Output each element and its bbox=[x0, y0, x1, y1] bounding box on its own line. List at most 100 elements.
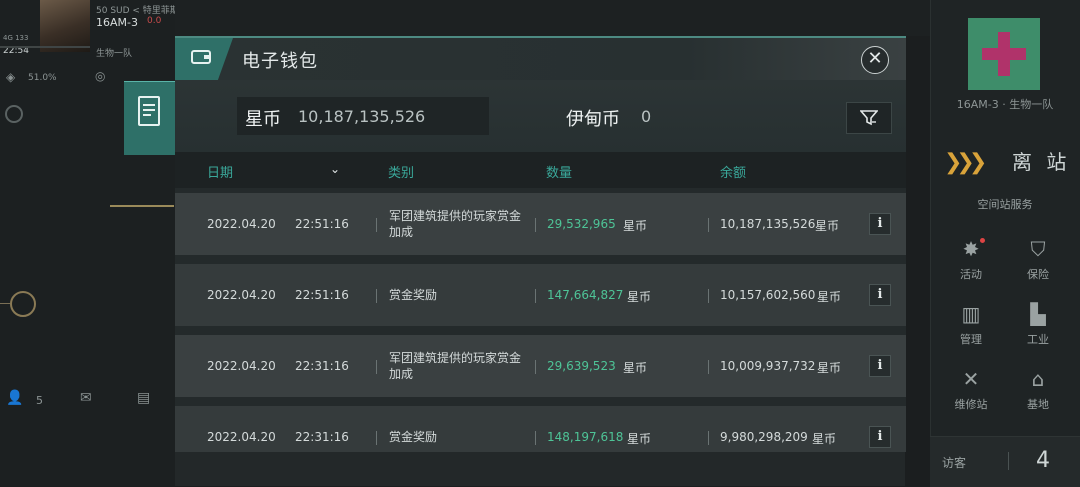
hud-progress-bar bbox=[0, 46, 90, 48]
filter-button[interactable] bbox=[846, 102, 892, 134]
row-time: 22:31:16 bbox=[295, 430, 349, 444]
hud-speed: 51.0% bbox=[28, 73, 57, 83]
row-amount-unit: 星币 bbox=[627, 432, 652, 446]
row-balance: 9,980,298,209 bbox=[720, 430, 808, 444]
row-amount: 147,664,827 bbox=[547, 288, 624, 302]
col-balance: 余额 bbox=[720, 166, 747, 181]
row-date: 2022.04.20 bbox=[207, 288, 276, 302]
close-button[interactable]: ✕ bbox=[861, 46, 889, 74]
row-balance: 10,009,937,732 bbox=[720, 359, 816, 373]
hud-ring-line bbox=[0, 303, 10, 304]
row-category: 军团建筑提供的玩家赏金加成 bbox=[389, 209, 522, 239]
row-balance-unit: 星币 bbox=[817, 361, 842, 375]
col-category: 类别 bbox=[388, 166, 415, 181]
building-icon: ▥ bbox=[961, 302, 981, 326]
info-button[interactable]: i bbox=[869, 355, 891, 377]
wrench-icon: ✕ bbox=[962, 367, 980, 391]
corp-logo[interactable] bbox=[968, 18, 1040, 90]
info-icon: i bbox=[877, 216, 883, 231]
visitors-label: 访客 bbox=[942, 456, 967, 470]
people-icon[interactable]: 👤 bbox=[6, 390, 23, 406]
filter-icon bbox=[860, 110, 878, 126]
info-button[interactable]: i bbox=[869, 213, 891, 235]
row-balance: 10,187,135,526 bbox=[720, 217, 816, 231]
hud-location[interactable]: 16AM-3 bbox=[96, 16, 138, 29]
radar-ring-icon[interactable] bbox=[10, 291, 36, 317]
transactions-tab[interactable] bbox=[124, 81, 175, 155]
top-backdrop bbox=[175, 0, 930, 36]
wallet-icon-box bbox=[175, 38, 233, 80]
row-balance: 10,157,602,560 bbox=[720, 288, 816, 302]
hud-corp-short: 生物一队 bbox=[96, 49, 133, 59]
row-time: 22:31:16 bbox=[295, 359, 349, 373]
service-base[interactable]: ⌂ 基地 bbox=[1008, 366, 1068, 412]
factory-icon: ▙ bbox=[1030, 302, 1046, 326]
row-amount-unit: 星币 bbox=[627, 290, 652, 304]
info-icon: i bbox=[877, 429, 883, 444]
row-amount: 148,197,618 bbox=[547, 430, 624, 444]
info-icon: i bbox=[877, 287, 883, 302]
row-date: 2022.04.20 bbox=[207, 359, 276, 373]
row-category: 军团建筑提供的玩家赏金加成 bbox=[389, 351, 522, 381]
row-amount: 29,639,523 bbox=[547, 359, 616, 373]
hud-status-line: 50 SUD < 特里菲斯 bbox=[96, 6, 179, 16]
star-coin-value: 10,187,135,526 bbox=[298, 107, 426, 126]
balance-bar: 星币 10,187,135,526 伊甸币 0 bbox=[175, 80, 906, 152]
wallet-title: 电子钱包 bbox=[242, 51, 318, 72]
service-insurance[interactable]: ⛉ 保险 bbox=[1008, 236, 1068, 282]
service-repair[interactable]: ✕ 维修站 bbox=[941, 366, 1001, 412]
row-amount: 29,532,965 bbox=[547, 217, 616, 231]
service-activity[interactable]: ✸ 活动 bbox=[941, 236, 1001, 282]
transaction-row[interactable]: 2022.04.20 22:31:16 军团建筑提供的玩家赏金加成 29,639… bbox=[175, 335, 906, 397]
notification-dot bbox=[980, 238, 985, 243]
chevrons-icon: ❯❯❯ bbox=[944, 150, 987, 175]
row-amount-unit: 星币 bbox=[623, 219, 648, 233]
transaction-row[interactable]: 2022.04.20 22:51:16 赏金奖励 147,664,827 星币 … bbox=[175, 264, 906, 326]
mail-icon[interactable]: ✉ bbox=[80, 390, 92, 406]
transaction-row[interactable]: 2022.04.20 22:31:16 赏金奖励 148,197,618 星币 … bbox=[175, 406, 906, 452]
document-icon bbox=[138, 96, 160, 126]
shield-icon: ⛉ bbox=[1030, 237, 1046, 261]
service-management[interactable]: ▥ 管理 bbox=[941, 301, 1001, 347]
location-pin-icon[interactable] bbox=[5, 105, 23, 123]
hud-divider bbox=[110, 205, 174, 207]
bottom-toolbar: 👤 5 ✉ ▤ bbox=[0, 384, 175, 414]
col-date[interactable]: 日期 bbox=[207, 162, 233, 181]
row-balance-unit: 星币 bbox=[815, 219, 840, 233]
yidian-coin-value: 0 bbox=[641, 107, 652, 126]
undock-label: 离 站 bbox=[1012, 150, 1071, 174]
row-balance-unit: 星币 bbox=[812, 432, 837, 446]
layers-icon[interactable]: ◈ bbox=[6, 70, 15, 84]
chat-icon[interactable]: ▤ bbox=[137, 390, 150, 406]
target-icon[interactable]: ◎ bbox=[95, 69, 105, 83]
hud-security: 0.0 bbox=[147, 16, 162, 26]
yidian-coin-label: 伊甸币 bbox=[566, 109, 620, 130]
player-avatar[interactable] bbox=[40, 0, 90, 52]
service-industry[interactable]: ▙ 工业 bbox=[1008, 301, 1068, 347]
chevron-down-icon[interactable]: ⌄ bbox=[330, 162, 340, 176]
corp-name: 16AM-3 · 生物一队 bbox=[956, 98, 1054, 111]
wallet-icon bbox=[191, 50, 211, 64]
col-amount: 数量 bbox=[546, 166, 573, 181]
row-time: 22:51:16 bbox=[295, 217, 349, 231]
column-header: 日期 ⌄ 类别 数量 余额 bbox=[175, 152, 906, 188]
close-icon: ✕ bbox=[867, 48, 883, 69]
row-date: 2022.04.20 bbox=[207, 217, 276, 231]
wallet-header: 电子钱包 ✕ bbox=[175, 38, 906, 80]
row-time: 22:51:16 bbox=[295, 288, 349, 302]
visitors-count: 4 bbox=[1036, 448, 1050, 473]
row-date: 2022.04.20 bbox=[207, 430, 276, 444]
row-balance-unit: 星币 bbox=[817, 290, 842, 304]
visitors-divider bbox=[1008, 452, 1009, 470]
star-coin-label: 星币 bbox=[245, 109, 281, 130]
info-button[interactable]: i bbox=[869, 284, 891, 306]
wallet-window: 电子钱包 ✕ 星币 10,187,135,526 伊甸币 0 日期 ⌄ 类别 数… bbox=[175, 36, 906, 452]
base-icon: ⌂ bbox=[1031, 367, 1045, 391]
transaction-row[interactable]: 2022.04.20 22:51:16 军团建筑提供的玩家赏金加成 29,532… bbox=[175, 193, 906, 255]
info-button[interactable]: i bbox=[869, 426, 891, 448]
bottom-backdrop bbox=[175, 450, 905, 486]
row-category: 赏金奖励 bbox=[389, 430, 438, 444]
station-services-title: 空间站服务 bbox=[977, 198, 1033, 211]
fleet-count: 5 bbox=[36, 394, 43, 407]
fireworks-icon: ✸ bbox=[962, 237, 980, 261]
